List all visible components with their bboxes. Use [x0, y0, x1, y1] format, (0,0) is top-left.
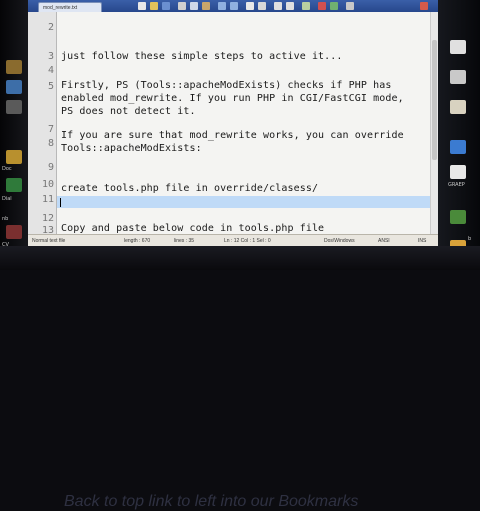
document-tab[interactable]: mod_rewrite.txt: [38, 2, 102, 12]
line-number: 2: [47, 22, 54, 33]
wrap-icon[interactable]: [302, 2, 310, 10]
line-number-gutter: 2 3 4 5 7 8 9 10 11 12 13 14: [28, 12, 57, 246]
text-line[interactable]: Copy and paste below code in tools.php f…: [61, 223, 324, 234]
replace-icon[interactable]: [258, 2, 266, 10]
line-number: 10: [41, 179, 54, 190]
scrollbar-thumb[interactable]: [432, 40, 437, 160]
line-number: 5: [47, 81, 54, 92]
encoding-status: ANSI: [378, 238, 390, 244]
desktop-app-icon[interactable]: [6, 100, 22, 114]
copy-icon[interactable]: [190, 2, 198, 10]
open-file-icon[interactable]: [150, 2, 158, 10]
desktop-app-icon[interactable]: [450, 140, 466, 154]
undo-icon[interactable]: [218, 2, 226, 10]
settings-icon[interactable]: [346, 2, 354, 10]
insert-mode-status: INS: [418, 238, 427, 244]
zoom-in-icon[interactable]: [274, 2, 282, 10]
desktop-app-icon[interactable]: [6, 150, 22, 164]
desktop-app-icon[interactable]: [6, 80, 22, 94]
desktop-app-icon[interactable]: [6, 60, 22, 74]
desktop-app-icon[interactable]: [450, 210, 466, 224]
text-line[interactable]: Firstly, PS (Tools::apacheModExists) che…: [61, 80, 392, 91]
new-file-icon[interactable]: [138, 2, 146, 10]
line-number: 4: [47, 65, 54, 76]
desktop-app-icon[interactable]: [450, 100, 466, 114]
length-status: length : 670: [124, 238, 151, 244]
text-line[interactable]: just follow these simple steps to active…: [61, 51, 343, 62]
editor-toolbar: mod_rewrite.txt: [28, 0, 438, 12]
lines-status: lines : 35: [174, 238, 195, 244]
text-line[interactable]: enabled mod_rewrite. If you run PHP in C…: [61, 93, 404, 104]
desktop-left-strip: Doc Dial nb CV: [0, 0, 30, 270]
desktop-app-icon[interactable]: [450, 40, 466, 54]
file-type-status: Normal text file: [32, 238, 66, 244]
eol-status: Dos\Windows: [324, 238, 355, 244]
save-icon[interactable]: [162, 2, 170, 10]
text-cursor: [60, 198, 61, 207]
line-number: 8: [47, 138, 54, 149]
desktop-icon-label: Doc: [2, 166, 12, 172]
desktop-caption: Back to top link to left into our Bookma…: [64, 493, 359, 510]
desktop-app-icon[interactable]: [6, 225, 22, 239]
desktop-icon-label: b: [468, 236, 472, 242]
desktop-icon-label: Dial: [2, 196, 12, 202]
desktop-app-icon[interactable]: [6, 178, 22, 192]
status-bar: Normal text file length : 670 lines : 35…: [28, 234, 438, 246]
text-editor-window: mod_rewrite.txt 2 3 4 5 7 8 9 10 11 12 1…: [28, 0, 438, 246]
paste-icon[interactable]: [202, 2, 210, 10]
current-line-highlight: [57, 196, 438, 208]
cursor-position-status: Ln : 12 Col : 1 Sel : 0: [224, 238, 271, 244]
close-icon[interactable]: [420, 2, 428, 10]
play-macro-icon[interactable]: [330, 2, 338, 10]
desktop-icon-label: GRAEP: [448, 182, 465, 188]
line-number: 3: [47, 51, 54, 62]
line-number: 7: [47, 124, 54, 135]
text-line[interactable]: If you are sure that mod_rewrite works, …: [61, 130, 404, 141]
desktop-app-icon[interactable]: [450, 70, 466, 84]
find-icon[interactable]: [246, 2, 254, 10]
text-line[interactable]: create tools.php file in override/clases…: [61, 183, 318, 194]
desktop-app-icon[interactable]: [450, 165, 466, 179]
desktop-right-strip: GRAEP b: [436, 0, 480, 270]
desktop-bottom-area: Back to top link to left into our Bookma…: [0, 246, 480, 510]
zoom-out-icon[interactable]: [286, 2, 294, 10]
record-macro-icon[interactable]: [318, 2, 326, 10]
cut-icon[interactable]: [178, 2, 186, 10]
redo-icon[interactable]: [230, 2, 238, 10]
desktop-icon-label: nb: [2, 216, 9, 222]
line-number: 9: [47, 162, 54, 173]
text-line[interactable]: Tools::apacheModExists:: [61, 143, 202, 154]
line-number: 12: [41, 213, 54, 224]
line-number: 11: [41, 194, 54, 205]
text-line[interactable]: PS does not detect it.: [61, 106, 196, 117]
